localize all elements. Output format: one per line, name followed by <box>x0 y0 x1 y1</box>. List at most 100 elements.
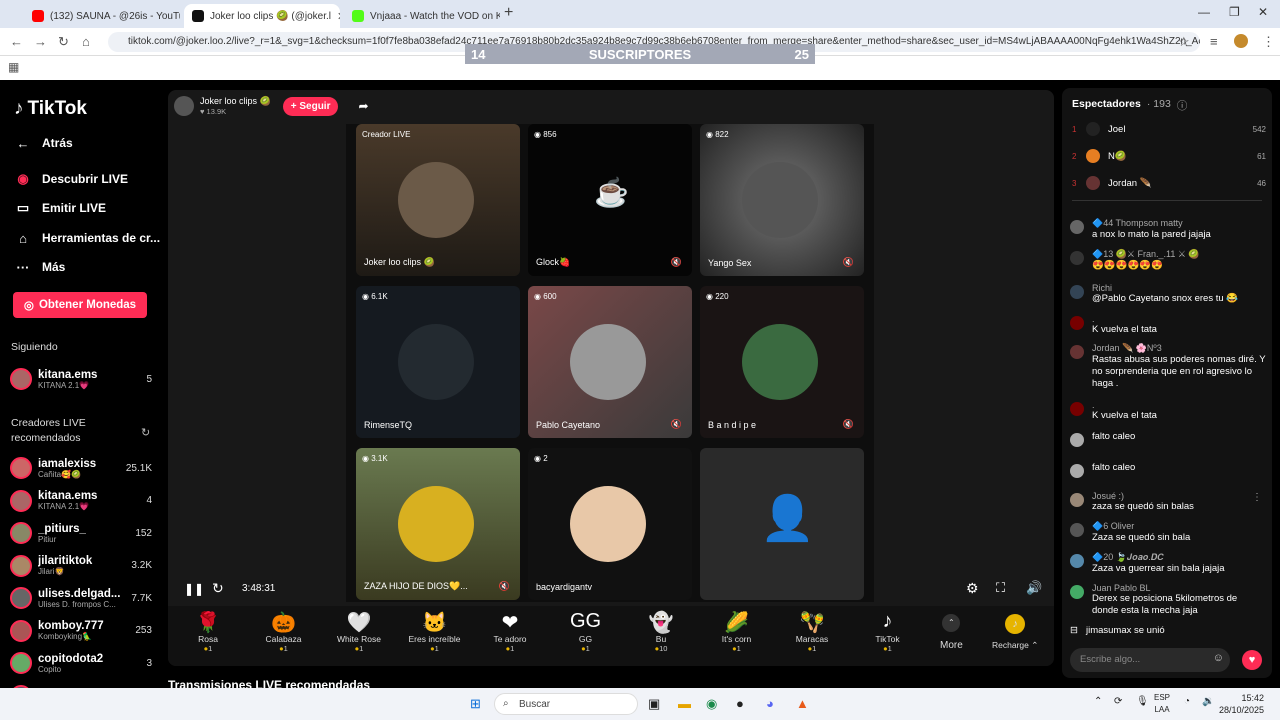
volume-icon[interactable]: 🔉 <box>1202 696 1214 707</box>
browser-menu-icon[interactable]: ⋮ <box>1262 34 1275 50</box>
taskbar-search[interactable]: ⌕ Buscar <box>494 693 638 715</box>
guest-cell-host[interactable]: Creador LIVE Joker loo clips 🥝 <box>356 124 520 276</box>
back-icon[interactable]: ← <box>10 34 23 49</box>
chat-message[interactable]: 🔷44 Thompson matty a nox lo mato la pare… <box>1070 218 1266 241</box>
more-gifts-button[interactable]: ⌃ More <box>940 614 963 651</box>
gift-item[interactable]: 🐱 Eres increíble ●1 <box>405 610 465 653</box>
tab-kick[interactable]: Vnjaaa - Watch the VOD on Kic ✕ <box>344 4 500 28</box>
reading-list-icon[interactable]: ≡ <box>1210 34 1218 49</box>
follow-button[interactable]: + Seguir <box>282 96 339 116</box>
windows-start-icon[interactable]: ⊞ <box>470 696 481 712</box>
app-icon[interactable]: ● <box>736 696 744 711</box>
chat-message[interactable]: falto caleo <box>1070 462 1266 478</box>
chat-message[interactable]: Richi @Pablo Cayetano snox eres tu 😂 <box>1070 283 1266 305</box>
pause-icon[interactable]: ❚❚ <box>184 582 204 596</box>
microphone-icon[interactable]: 🎙 <box>1136 696 1149 707</box>
refresh-icon[interactable]: ↻ <box>141 426 150 439</box>
guest-cell[interactable]: ◉ 822 Yango Sex 🔇 <box>700 124 864 276</box>
info-icon[interactable]: ⓘ <box>1177 98 1188 113</box>
volume-icon[interactable]: 🔊 <box>1026 580 1042 596</box>
avatar <box>1070 402 1084 416</box>
like-heart-button[interactable]: ♥ <box>1242 650 1262 670</box>
host-avatar[interactable] <box>174 96 194 116</box>
top-viewer[interactable]: 3 Jordan 🪶 46 <box>1072 174 1266 192</box>
nav-more[interactable]: ··· Más <box>14 258 66 276</box>
recharge-label: Recharge ⌃ <box>992 640 1039 650</box>
guest-cell[interactable]: ◉ 220 B a n d i p e 🔇 <box>700 286 864 438</box>
forward-icon[interactable]: → <box>34 34 47 49</box>
gift-item[interactable]: 🎃 Calabaza ●1 <box>254 610 314 653</box>
profile-avatar[interactable] <box>1234 34 1248 48</box>
tab-youtube[interactable]: (132) SAUNA - @26is - YouTube ✕ <box>24 4 180 28</box>
minimize-icon[interactable]: — <box>1198 5 1210 19</box>
app-icon[interactable]: ▲ <box>796 696 809 711</box>
recommended-creator[interactable]: iamalexiss Cañita🥰🥝 25.1K <box>10 454 152 482</box>
gift-item[interactable]: 🌽 It's corn ●1 <box>707 610 767 653</box>
gift-item[interactable]: 🪇 Maracas ●1 <box>782 610 842 653</box>
recommended-creator[interactable]: kitana.ems KITANA 2.1💗 4 <box>10 487 152 515</box>
get-coins-button[interactable]: ◎ Obtener Monedas <box>13 292 147 318</box>
apps-grid-icon[interactable]: ▦ <box>8 60 19 74</box>
task-view-icon[interactable]: ▣ <box>648 696 660 712</box>
settings-icon[interactable]: ⚙ <box>966 580 979 597</box>
gift-item[interactable]: 🤍 White Rose ●1 <box>329 610 389 653</box>
gift-item[interactable]: GG GG ●1 <box>556 610 616 653</box>
tab-tiktok[interactable]: Joker loo clips 🥝 (@joker.l ✕ <box>184 4 340 28</box>
close-icon[interactable]: ✕ <box>337 10 340 23</box>
recharge-button[interactable]: ♪ Recharge ⌃ <box>992 614 1038 651</box>
nav-go-live[interactable]: ▭ Emitir LIVE <box>14 199 106 217</box>
share-icon[interactable]: ➦ <box>358 99 368 113</box>
recommended-creator[interactable]: copitodota2 Copito 3 <box>10 649 152 677</box>
input-language[interactable]: ESP LAA <box>1154 692 1170 716</box>
guest-cell[interactable]: ◉ 600 Pablo Cayetano 🔇 <box>528 286 692 438</box>
chat-input[interactable]: Escribe algo... ☺ <box>1070 648 1230 672</box>
reload-icon[interactable]: ↻ <box>58 34 69 50</box>
tiktok-logo[interactable]: ♪ TikTok <box>14 98 87 120</box>
gift-item[interactable]: 🌹 Rosa ●1 <box>178 610 238 653</box>
tray-chevron-icon[interactable]: ⌃ <box>1094 696 1102 707</box>
guest-score: ◉ 856 <box>534 130 557 139</box>
gift-item[interactable]: ❤ Te adoro ●1 <box>480 610 540 653</box>
refresh-icon[interactable]: ↻ <box>212 580 224 597</box>
gift-item[interactable]: ♪ TikTok ●1 <box>858 610 918 653</box>
chat-message[interactable]: 🔷6 Oliver Zaza se quedó sin bala <box>1070 521 1266 544</box>
emoji-icon[interactable]: ☺ <box>1213 652 1224 664</box>
recommended-creator[interactable]: ulises.delgad... Ulises D. frompos C... 7… <box>10 584 152 612</box>
recommended-creator[interactable]: jilaritiktok Jilari🦁 3.2K <box>10 552 152 580</box>
maximize-icon[interactable]: ❐ <box>1229 5 1240 19</box>
file-explorer-icon[interactable]: ▬ <box>678 696 691 711</box>
top-viewer[interactable]: 2 N🥝 61 <box>1072 147 1266 165</box>
message-more-icon[interactable]: ⋮ <box>1252 492 1262 503</box>
new-tab-button[interactable]: + <box>504 4 513 22</box>
nav-back[interactable]: ← Atrás <box>14 134 73 152</box>
chat-message[interactable]: 🔷13 🥝⚔ Fran._.11 ⚔ 🥝 😍😍😍😍😍😍 <box>1070 249 1266 272</box>
chat-message[interactable]: Josué :) zaza se quedó sin balas <box>1070 491 1266 513</box>
avatar <box>1070 464 1084 478</box>
gift-item[interactable]: 👻 Bu ●10 <box>631 610 691 653</box>
recommended-creator[interactable]: _pitiurs_ Pitiur 152 <box>10 519 152 547</box>
discord-icon[interactable]: ◕ <box>766 696 774 711</box>
chat-message[interactable]: Juan Pablo BL Derex se posiciona 5kilome… <box>1070 583 1266 617</box>
chat-message[interactable]: . K vuelva el tata <box>1070 400 1266 422</box>
tray-sync-icon[interactable]: ⟳ <box>1114 696 1122 707</box>
bookmark-star-icon[interactable]: ☆ <box>1178 34 1190 50</box>
top-viewer[interactable]: 1 Joel 542 <box>1072 120 1266 138</box>
recommended-creator[interactable]: komboy.777 Komboyking🦜 253 <box>10 617 152 645</box>
chat-message[interactable]: 🔷20 🍃𝑱𝒐𝒂𝒐.𝑫𝑪 Zaza va guerrear sin bala j… <box>1070 552 1266 575</box>
chat-message[interactable]: falto caleo <box>1070 431 1266 447</box>
coins-label: Obtener Monedas <box>38 299 137 311</box>
chat-message[interactable]: Jordan 🪶 🌸Nº3 Rastas abusa sus poderes n… <box>1070 343 1266 390</box>
chat-message[interactable]: . K vuelva el tata <box>1070 314 1266 336</box>
following-item[interactable]: kitana.ems KITANA 2.1💗 5 <box>10 365 152 393</box>
nav-discover-live[interactable]: ◉ Descubrir LIVE <box>14 170 128 188</box>
guest-cell[interactable]: ◉ 856 ☕ Glock🍓 🔇 <box>528 124 692 276</box>
chrome-icon[interactable]: ◉ <box>706 696 717 712</box>
host-name[interactable]: Joker loo clips 🥝 <box>200 96 271 107</box>
wifi-icon[interactable]: ◔ <box>1184 696 1190 707</box>
nav-creator-tools[interactable]: ⌂ Herramientas de cr... <box>14 229 160 247</box>
guest-cell[interactable]: ◉ 6.1K RimenseTQ <box>356 286 520 438</box>
window-close-icon[interactable]: ✕ <box>1258 5 1268 19</box>
fullscreen-icon[interactable]: ⛶ <box>996 580 1005 596</box>
taskbar-clock[interactable]: 15:42 28/10/2025 <box>1219 692 1264 716</box>
home-icon[interactable]: ⌂ <box>82 34 90 49</box>
